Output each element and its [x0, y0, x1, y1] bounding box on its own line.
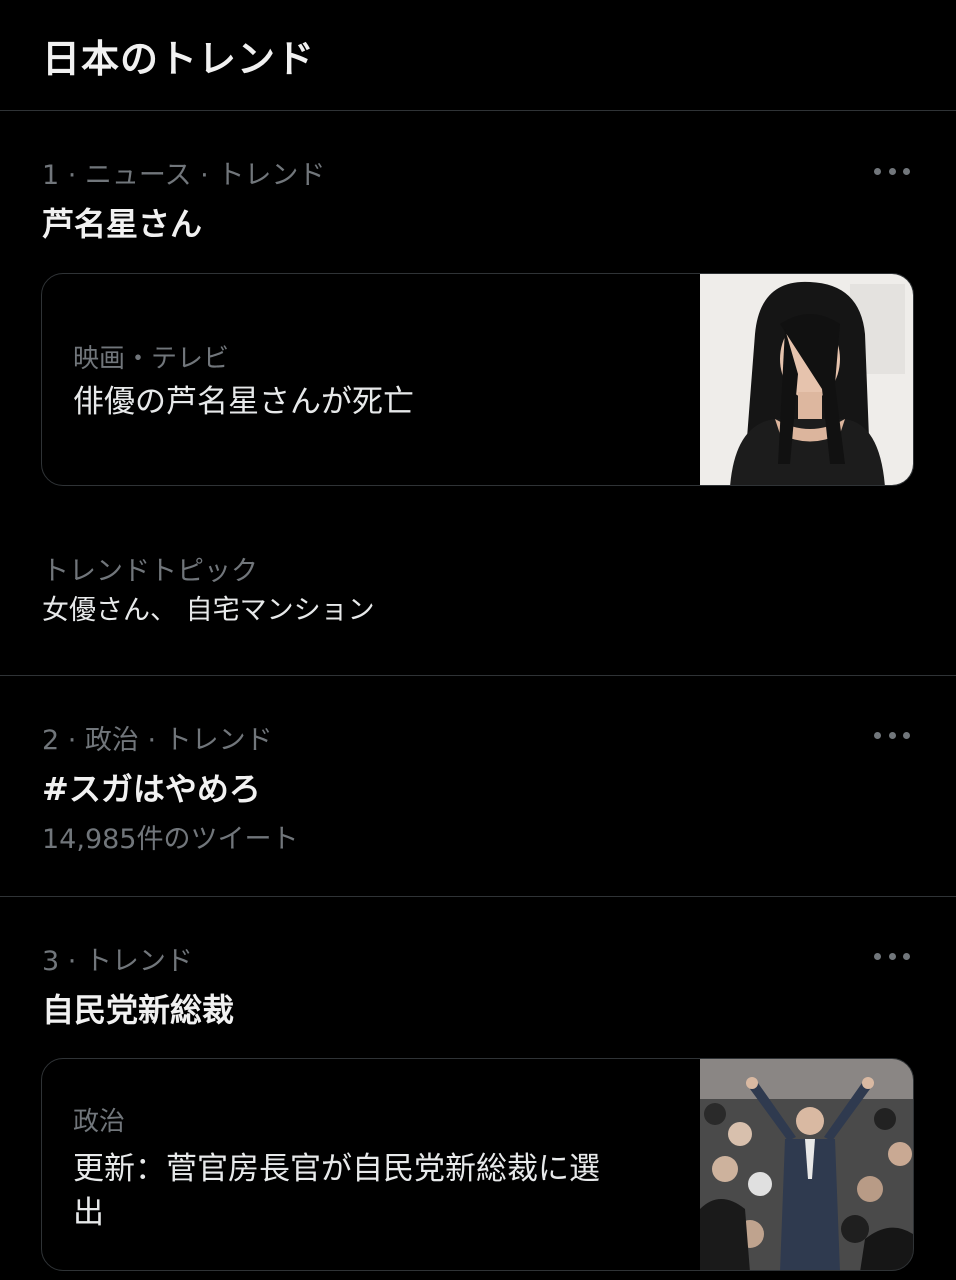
- more-horizontal-icon[interactable]: [874, 730, 910, 740]
- trend-item-1[interactable]: 1 · ニュース · トレンド 芦名星さん 映画・テレビ 俳優の芦名星さんが死亡…: [0, 111, 956, 676]
- news-card-thumbnail: [700, 1059, 913, 1270]
- news-card-category: 映画・テレビ: [73, 344, 230, 374]
- news-card-headline: 俳優の芦名星さんが死亡: [73, 384, 414, 420]
- trend-name[interactable]: 芦名星さん: [42, 199, 202, 245]
- trend-item-3[interactable]: 3 · トレンド 自民党新総裁 政治 更新：菅官房長官が自民党新総裁に選出: [0, 897, 956, 1280]
- news-card-thumbnail: [700, 274, 913, 485]
- page-title: 日本のトレンド: [42, 37, 316, 81]
- news-card[interactable]: 政治 更新：菅官房長官が自民党新総裁に選出: [41, 1058, 914, 1271]
- trend-meta: 3 · トレンド: [42, 946, 193, 977]
- news-card-category: 政治: [73, 1107, 126, 1137]
- page-header: 日本のトレンド: [0, 0, 956, 111]
- trend-topic-value[interactable]: 女優さん、 自宅マンション: [42, 588, 375, 627]
- news-card-headline: 更新：菅官房長官が自民党新総裁に選出: [73, 1151, 600, 1231]
- tweet-count: 14,985件のツイート: [42, 824, 299, 855]
- trend-meta: 2 · 政治 · トレンド: [42, 725, 273, 756]
- trend-meta: 1 · ニュース · トレンド: [42, 160, 326, 191]
- more-horizontal-icon[interactable]: [874, 951, 910, 961]
- trend-item-2[interactable]: 2 · 政治 · トレンド #スガはやめろ 14,985件のツイート: [0, 676, 956, 897]
- news-card[interactable]: 映画・テレビ 俳優の芦名星さんが死亡: [41, 273, 914, 486]
- more-horizontal-icon[interactable]: [874, 166, 910, 176]
- trend-name[interactable]: #スガはやめろ: [42, 764, 261, 810]
- trend-topic-label: トレンドトピック: [42, 556, 258, 587]
- trend-name[interactable]: 自民党新総裁: [42, 985, 234, 1031]
